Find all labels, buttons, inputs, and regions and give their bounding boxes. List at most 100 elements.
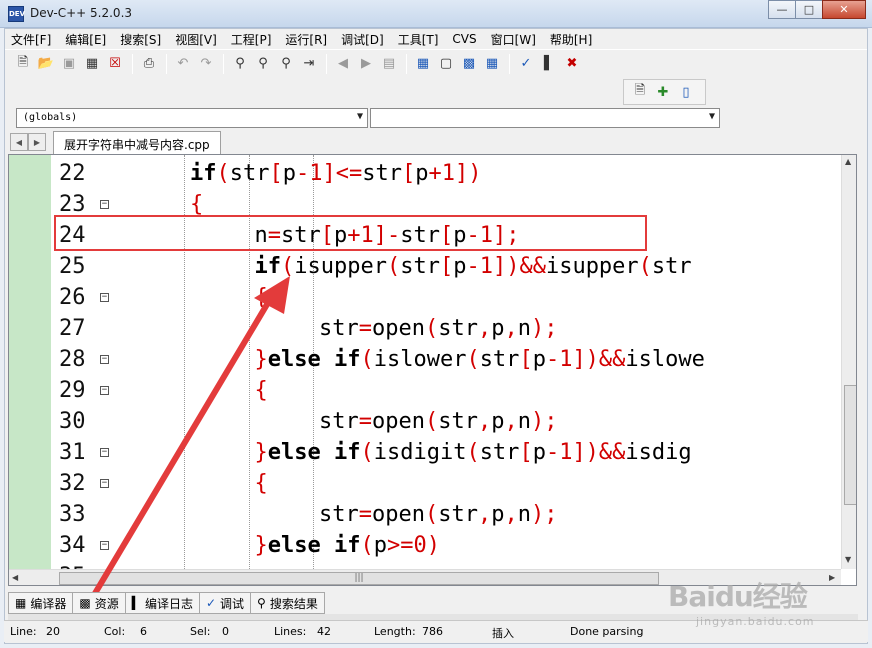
line-number: 30	[59, 409, 86, 434]
undo-icon[interactable]: ↶	[173, 54, 193, 74]
code-line[interactable]: 22 if(str[p-1]<=str[p+1])	[9, 158, 841, 189]
line-number: 25	[59, 254, 86, 279]
fold-toggle-icon[interactable]: −	[100, 479, 109, 488]
code-token-op: (	[360, 533, 374, 558]
bookmark-back-icon[interactable]: ◀	[333, 54, 353, 74]
vertical-scroll-thumb[interactable]	[844, 385, 856, 505]
menu-view[interactable]: 视图[V]	[175, 31, 217, 48]
replace-icon[interactable]: ⚲	[253, 54, 273, 74]
code-line[interactable]: 25 if(isupper(str[p-1])&&isupper(str	[9, 251, 841, 282]
code-token-id: n	[254, 223, 268, 248]
code-token-id: str	[479, 440, 520, 465]
maximize-button[interactable]: □	[795, 0, 823, 19]
stop-icon[interactable]: ✖	[562, 54, 582, 74]
window-controls: — □ ✕	[768, 0, 866, 19]
compile-icon[interactable]: ▦	[413, 54, 433, 74]
code-text: if(str[p-1]<=str[p+1])	[190, 158, 482, 189]
code-token-op: [	[269, 161, 283, 186]
code-token-op: (	[466, 440, 480, 465]
redo-icon[interactable]: ↷	[196, 54, 216, 74]
code-token-op: ,	[477, 316, 492, 341]
code-line[interactable]: 28−}else if(islower(str[p-1])&&islowe	[9, 344, 841, 375]
fold-toggle-icon[interactable]: −	[100, 355, 109, 364]
profile-icon[interactable]: ▌	[539, 54, 559, 74]
scroll-up-icon[interactable]: ▲	[845, 157, 851, 166]
new-class-icon[interactable]: ✚	[653, 82, 673, 102]
tab-compile-log[interactable]: ▍ 编译日志	[124, 592, 200, 614]
scroll-left-icon[interactable]: ◀	[12, 573, 18, 582]
code-token-id: str	[362, 161, 402, 186]
menu-search[interactable]: 搜索[S]	[120, 31, 161, 48]
menu-help[interactable]: 帮助[H]	[550, 31, 592, 48]
menu-cvs[interactable]: CVS	[452, 32, 476, 46]
bookmark-forward-icon[interactable]: ▶	[356, 54, 376, 74]
members-combo[interactable]: ▼	[370, 108, 720, 128]
code-line[interactable]: 35	[9, 561, 841, 569]
horizontal-scroll-thumb[interactable]: |||	[59, 572, 659, 585]
menu-edit[interactable]: 编辑[E]	[65, 31, 106, 48]
status-insert-mode: 插入	[492, 627, 514, 640]
close-button[interactable]: ✕	[822, 0, 866, 19]
code-line[interactable]: 29 − {	[9, 375, 841, 406]
new-file-icon[interactable]: 🗎	[13, 54, 33, 74]
scroll-right-icon[interactable]: ▶	[829, 573, 835, 582]
check-syntax-icon[interactable]: ✓	[516, 54, 536, 74]
code-token-id: isupper	[545, 254, 639, 279]
menu-file[interactable]: 文件[F]	[11, 31, 51, 48]
code-line[interactable]: 34−}else if(p>=0)	[9, 530, 841, 561]
code-area[interactable]: 22 if(str[p-1]<=str[p+1]) 23−{24 n=str[p+1]…	[9, 155, 841, 569]
menu-window[interactable]: 窗口[W]	[491, 31, 536, 48]
add-to-project-icon[interactable]: 🗎	[630, 82, 650, 102]
find-next-icon[interactable]: ⚲	[276, 54, 296, 74]
save-all-icon[interactable]: ▦	[82, 54, 102, 74]
code-line[interactable]: 23 − {	[9, 189, 841, 220]
fold-toggle-icon[interactable]: −	[100, 541, 109, 550]
code-token-op: ]-	[373, 223, 401, 248]
menu-execute[interactable]: 运行[R]	[285, 31, 327, 48]
tab-scroll-left-icon[interactable]: ◀	[10, 133, 28, 151]
tab-resources[interactable]: ▩ 资源	[72, 592, 126, 614]
toolbar-separator	[326, 53, 327, 74]
vertical-scrollbar[interactable]: ▲ ▼	[841, 155, 856, 569]
print-icon[interactable]: ⎙	[139, 54, 159, 74]
code-token-op: ])&&	[572, 347, 626, 372]
fold-toggle-icon[interactable]: −	[100, 448, 109, 457]
code-text: str=open(str,p,n);	[319, 406, 557, 437]
fold-toggle-icon[interactable]: −	[100, 200, 109, 209]
menu-debug[interactable]: 调试[D]	[341, 31, 384, 48]
code-line[interactable]: 27 str=open(str,p,n);	[9, 313, 841, 344]
code-line[interactable]: 26 − {	[9, 282, 841, 313]
menu-tools[interactable]: 工具[T]	[398, 31, 439, 48]
minimize-button[interactable]: —	[768, 0, 796, 19]
watermark-main: Baidu经验	[668, 580, 808, 613]
compile-run-icon[interactable]: ▩	[459, 54, 479, 74]
save-icon[interactable]: ▣	[59, 54, 79, 74]
close-file-icon[interactable]: ☒	[105, 54, 125, 74]
fold-toggle-icon[interactable]: −	[100, 293, 109, 302]
code-line[interactable]: 32 − {	[9, 468, 841, 499]
code-token-op: ,	[504, 316, 518, 341]
run-icon[interactable]: ▢	[436, 54, 456, 74]
code-line[interactable]: 30 str=open(str,p,n);	[9, 406, 841, 437]
fold-toggle-icon[interactable]: −	[100, 386, 109, 395]
toggle-bookmark-icon[interactable]: ▤	[379, 54, 399, 74]
tab-debug[interactable]: ✓ 调试	[198, 592, 252, 614]
scope-combo[interactable]: (globals) ▼	[16, 108, 368, 128]
scroll-down-icon[interactable]: ▼	[845, 555, 851, 564]
tab-file[interactable]: 展开字符串中减号内容.cpp	[53, 131, 221, 155]
find-icon[interactable]: ⚲	[230, 54, 250, 74]
tab-search-results[interactable]: ⚲ 搜索结果	[250, 592, 325, 614]
tab-compiler[interactable]: ▦ 编译器	[8, 592, 74, 614]
code-token-op: }	[254, 533, 268, 558]
menu-project[interactable]: 工程[P]	[231, 31, 272, 48]
code-token-op: }	[254, 347, 268, 372]
tab-scroll-right-icon[interactable]: ▶	[28, 133, 46, 151]
rebuild-icon[interactable]: ▦	[482, 54, 502, 74]
code-editor[interactable]: 22 if(str[p-1]<=str[p+1]) 23−{24 n=str[p+1]…	[8, 154, 857, 586]
goto-line-icon[interactable]: ⇥	[299, 54, 319, 74]
code-line[interactable]: 33 str=open(str,p,n);	[9, 499, 841, 530]
project-options-icon[interactable]: ▯	[676, 82, 696, 102]
code-line[interactable]: 24 n=str[p+1]-str[p-1];	[9, 220, 841, 251]
open-file-icon[interactable]: 📂	[36, 54, 56, 74]
code-line[interactable]: 31−}else if(isdigit(str[p-1])&&isdig	[9, 437, 841, 468]
